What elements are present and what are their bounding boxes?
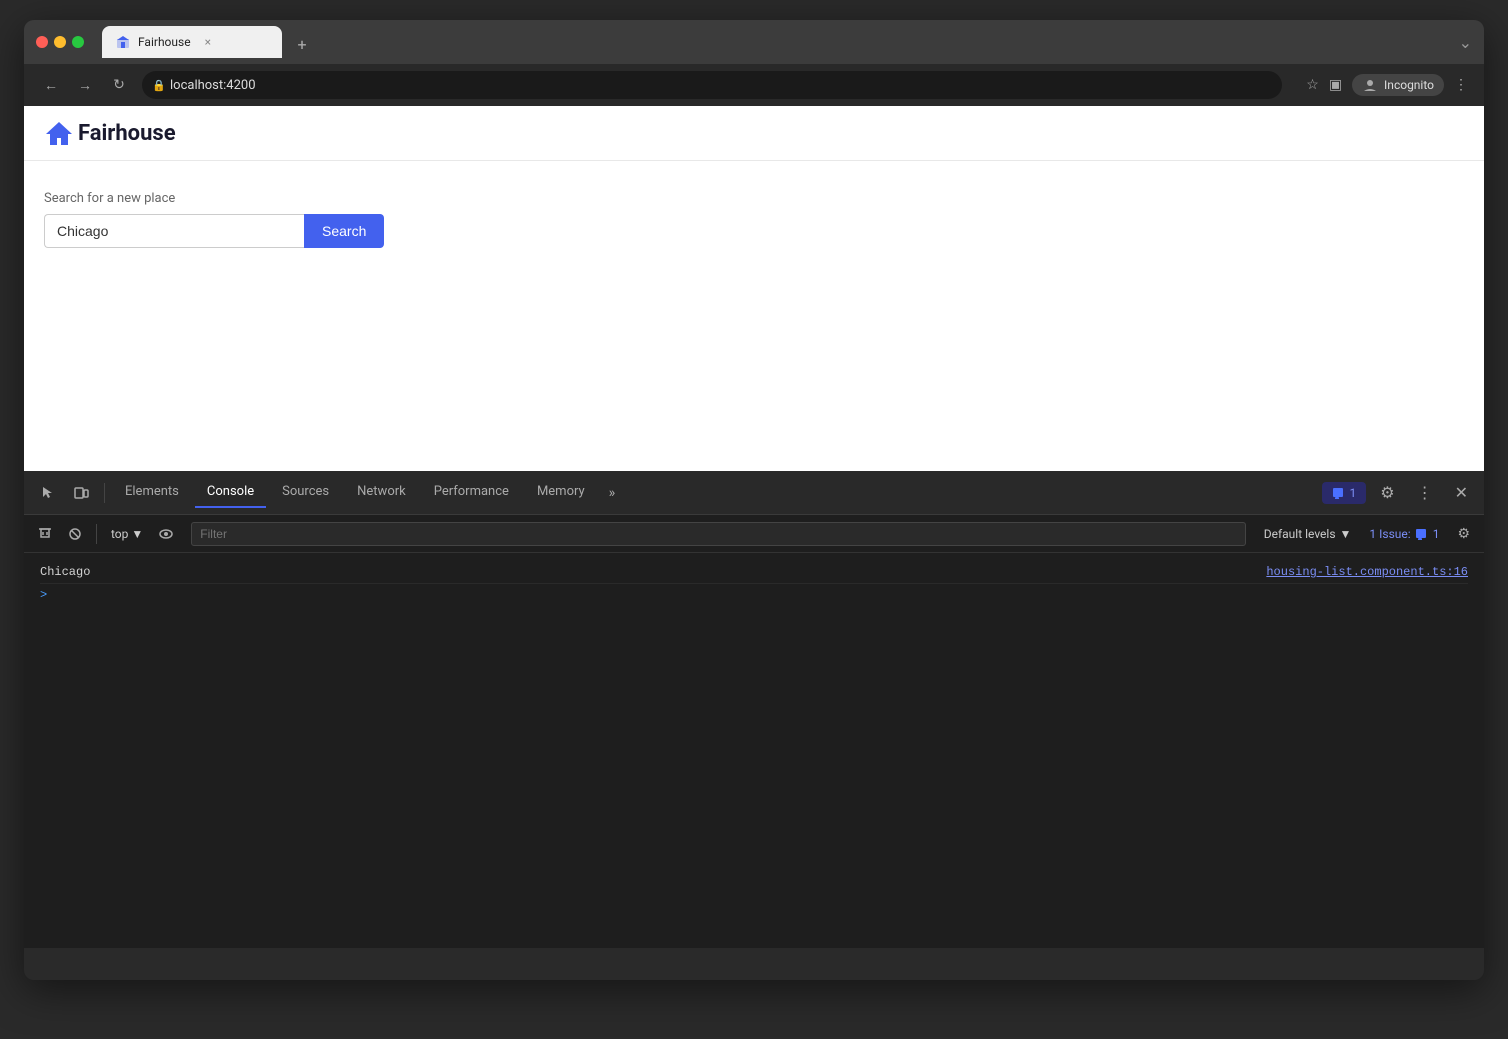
maximize-button[interactable]: [72, 36, 84, 48]
address-bar: ← → ↻ 🔒 localhost:4200 ☆ ▣ Incognito ⋮: [24, 64, 1484, 106]
page-header: Fairhouse: [24, 106, 1484, 161]
incognito-icon: [1362, 77, 1378, 93]
devtools-panel: Elements Console Sources Network Perform…: [24, 471, 1484, 948]
title-bar: Fairhouse × + ⌄: [24, 20, 1484, 64]
incognito-button[interactable]: Incognito: [1352, 74, 1444, 96]
console-log-source[interactable]: housing-list.component.ts:16: [1266, 565, 1468, 579]
devtools-toolbar-right: 1 ⚙ ⋮ ✕: [1322, 479, 1477, 506]
bookmark-icon[interactable]: ☆: [1306, 77, 1319, 93]
toolbar-right: ☆ ▣ Incognito ⋮: [1306, 74, 1468, 96]
console-log-text: Chicago: [40, 565, 90, 579]
browser-window: Fairhouse × + ⌄ ← → ↻ 🔒 localhost:4200 ☆…: [24, 20, 1484, 980]
devtools-tab-memory[interactable]: Memory: [525, 478, 597, 508]
devtools-more-icon[interactable]: ⋮: [1409, 479, 1441, 506]
page-content: Fairhouse Search for a new place Search: [24, 106, 1484, 471]
console-settings-icon[interactable]: ⚙: [1451, 524, 1476, 544]
close-button[interactable]: [36, 36, 48, 48]
devtools-tab-elements[interactable]: Elements: [113, 478, 191, 508]
clear-console-icon[interactable]: [32, 521, 58, 547]
search-label: Search for a new place: [44, 191, 1464, 206]
more-options-icon[interactable]: ⋮: [1454, 77, 1468, 93]
devtools-tab-console[interactable]: Console: [195, 478, 266, 508]
console-filter-input[interactable]: [191, 522, 1245, 546]
search-input[interactable]: [44, 214, 304, 248]
incognito-label: Incognito: [1384, 78, 1434, 92]
traffic-lights: [36, 36, 84, 48]
devtools-tab-performance[interactable]: Performance: [422, 478, 521, 508]
more-tabs-button[interactable]: »: [601, 481, 624, 505]
console-issues-icon: [1415, 528, 1429, 540]
search-button[interactable]: Search: [304, 214, 384, 248]
forward-button[interactable]: →: [74, 77, 96, 94]
logo-icon: [44, 118, 74, 148]
logo: Fairhouse: [44, 118, 176, 148]
console-separator: [96, 524, 97, 544]
issues-badge[interactable]: 1: [1322, 482, 1367, 504]
window-controls[interactable]: ⌄: [1459, 33, 1472, 52]
element-picker-icon[interactable]: [32, 478, 62, 508]
minimize-button[interactable]: [54, 36, 66, 48]
devtools-close-icon[interactable]: ✕: [1447, 479, 1476, 506]
devtools-tab-network[interactable]: Network: [345, 478, 418, 508]
console-output: Chicago housing-list.component.ts:16 >: [24, 553, 1484, 614]
live-expressions-icon[interactable]: [153, 521, 179, 547]
devtools-tab-sources[interactable]: Sources: [270, 478, 341, 508]
console-toolbar: top ▼ Default levels ▼ 1 Issue:: [24, 515, 1484, 553]
logo-text: Fairhouse: [78, 121, 176, 146]
tab-close-icon[interactable]: ×: [205, 35, 211, 49]
split-view-icon[interactable]: ▣: [1329, 77, 1342, 93]
device-toolbar-icon[interactable]: [66, 478, 96, 508]
log-levels-selector[interactable]: Default levels ▼: [1258, 525, 1358, 543]
url-display: localhost:4200: [170, 78, 256, 93]
security-icon: 🔒: [152, 79, 166, 92]
tab-favicon: [116, 35, 130, 49]
reload-button[interactable]: ↻: [108, 77, 130, 93]
address-field[interactable]: 🔒 localhost:4200: [142, 71, 1282, 99]
tab-title: Fairhouse: [138, 35, 191, 49]
page-body: Search for a new place Search: [24, 161, 1484, 278]
context-selector[interactable]: top ▼: [105, 525, 149, 543]
new-tab-button[interactable]: +: [288, 30, 316, 58]
devtools-settings-icon[interactable]: ⚙: [1372, 479, 1402, 506]
back-button[interactable]: ←: [40, 77, 62, 94]
console-prompt[interactable]: >: [40, 584, 1468, 606]
block-icon[interactable]: [62, 521, 88, 547]
active-tab[interactable]: Fairhouse ×: [102, 26, 282, 58]
console-log-entry: Chicago housing-list.component.ts:16: [40, 561, 1468, 584]
toolbar-separator: [104, 483, 105, 503]
search-form: Search: [44, 214, 1464, 248]
console-issues-count[interactable]: 1 Issue: 1: [1361, 525, 1447, 543]
tab-bar: Fairhouse × +: [102, 26, 1451, 58]
issues-icon: [1332, 487, 1346, 499]
devtools-toolbar: Elements Console Sources Network Perform…: [24, 471, 1484, 515]
